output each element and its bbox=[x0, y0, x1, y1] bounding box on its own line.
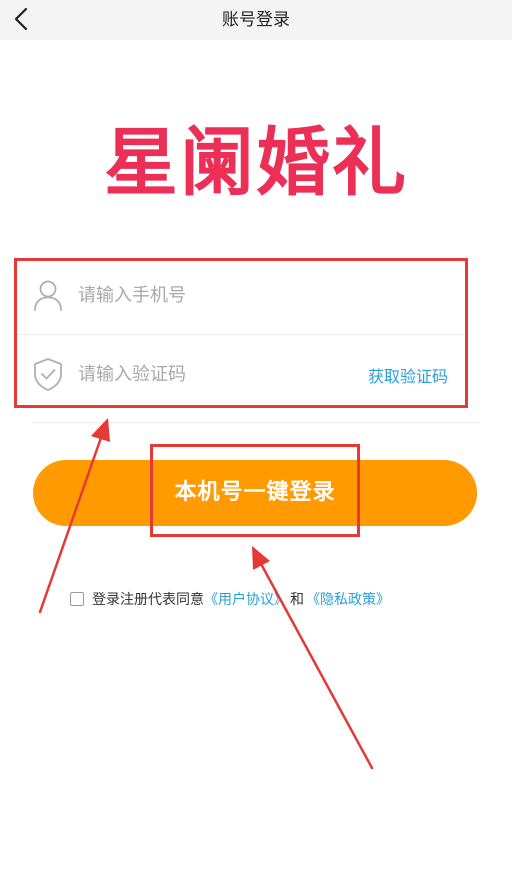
agreement-prefix-text: 登录注册代表同意 bbox=[92, 592, 204, 608]
agreement-and-text: 和 bbox=[290, 592, 304, 608]
brand-logo: 星阑婚礼 bbox=[104, 120, 408, 206]
phone-field-row bbox=[16, 256, 464, 335]
privacy-policy-link[interactable]: 《隐私政策》 bbox=[306, 589, 390, 609]
agreement-row: 登录注册代表同意 《用户协议》 和 《隐私政策》 bbox=[70, 588, 390, 610]
arrow-to-login-button bbox=[252, 546, 374, 770]
login-page: 账号登录 星阑婚礼 获取验证码 本机号一键登录 登录注册代表同意 《用户协议》 … bbox=[0, 0, 512, 891]
user-agreement-link[interactable]: 《用户协议》 bbox=[204, 589, 288, 609]
top-navigation-bar: 账号登录 bbox=[0, 0, 512, 40]
form-divider bbox=[32, 422, 480, 423]
one-click-login-button[interactable]: 本机号一键登录 bbox=[33, 460, 477, 526]
code-field-row: 获取验证码 bbox=[16, 335, 464, 413]
phone-input[interactable] bbox=[78, 274, 338, 316]
login-form: 获取验证码 bbox=[16, 256, 464, 413]
verification-code-input[interactable] bbox=[78, 353, 338, 395]
get-code-button[interactable]: 获取验证码 bbox=[368, 363, 448, 387]
shield-check-icon bbox=[34, 358, 62, 391]
agreement-checkbox[interactable] bbox=[70, 592, 84, 606]
user-icon bbox=[34, 280, 62, 311]
page-title: 账号登录 bbox=[222, 10, 290, 30]
